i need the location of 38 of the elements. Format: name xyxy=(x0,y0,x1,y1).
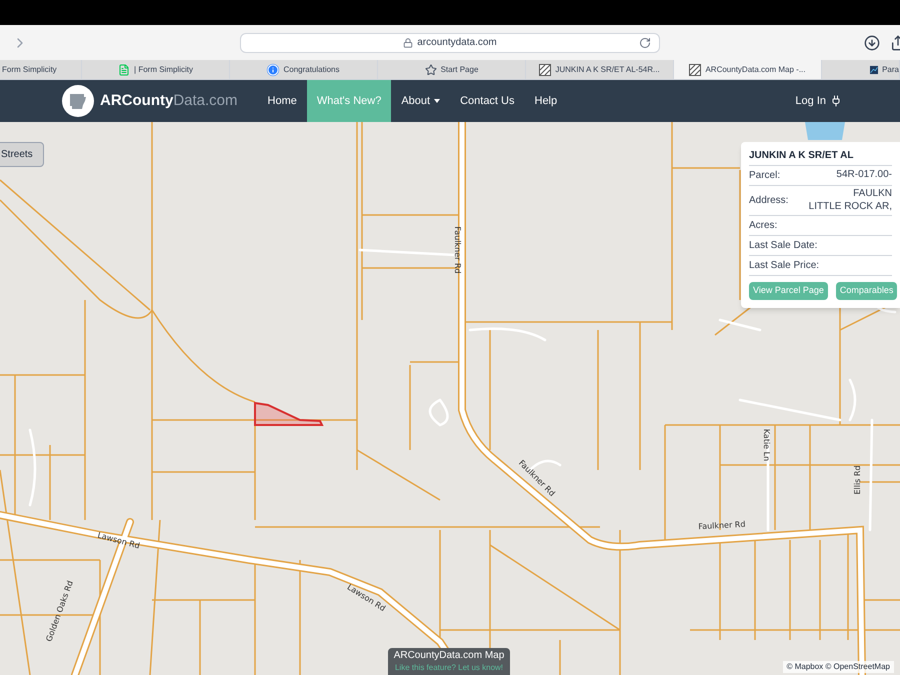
browser-tab[interactable]: Form Simplicity xyxy=(0,60,82,79)
nav-link[interactable]: Contact Us xyxy=(450,80,524,122)
nav-link[interactable]: About xyxy=(391,80,450,122)
banner-title: ARCountyData.com Map xyxy=(394,650,504,663)
road-label: Faulkner Rd xyxy=(453,226,462,274)
logo-icon[interactable] xyxy=(62,85,94,117)
nav-link[interactable]: Help xyxy=(524,80,568,122)
road-label: Ellis Rd xyxy=(853,465,862,495)
star-icon xyxy=(424,64,437,76)
address-bar[interactable]: arcountydata.com xyxy=(240,32,660,52)
streets-layer-button[interactable]: Streets xyxy=(0,142,44,167)
info-icon xyxy=(267,64,280,76)
popup-title: JUNKIN A K SR/ET AL xyxy=(749,148,892,166)
url-text: arcountydata.com xyxy=(417,36,497,50)
reload-icon[interactable] xyxy=(639,36,651,48)
plug-icon xyxy=(830,95,842,107)
browser-tab[interactable]: ARCountyData.com Map -... xyxy=(674,60,822,79)
field-value: FAULKN LITTLE ROCK AR, xyxy=(808,188,892,213)
field-label: Address: xyxy=(749,194,788,208)
nav-link[interactable]: Home xyxy=(258,80,307,122)
field-value: 54R-017.00- xyxy=(836,169,892,182)
chart-logo-icon xyxy=(870,64,878,76)
lock-icon xyxy=(403,38,414,48)
field-label: Last Sale Date: xyxy=(749,239,818,253)
download-icon[interactable] xyxy=(864,34,880,50)
map-logo-icon xyxy=(539,64,552,76)
field-label: Last Sale Price: xyxy=(749,259,820,273)
map-logo-icon xyxy=(689,64,702,76)
field-label: Acres: xyxy=(749,219,778,233)
site-logo-text[interactable]: ARCountyData.com xyxy=(100,90,238,112)
road-label: Faulkner Rd xyxy=(698,520,746,532)
map-attribution: © Mapbox © OpenStreetMap xyxy=(782,661,894,673)
road-label: Katie Ln xyxy=(762,428,771,462)
document-icon xyxy=(118,64,130,76)
field-label: Parcel: xyxy=(749,169,780,183)
selected-parcel[interactable] xyxy=(254,402,324,426)
login-link[interactable]: Log In xyxy=(795,92,842,110)
road-label: Lawson Rd xyxy=(96,530,141,551)
